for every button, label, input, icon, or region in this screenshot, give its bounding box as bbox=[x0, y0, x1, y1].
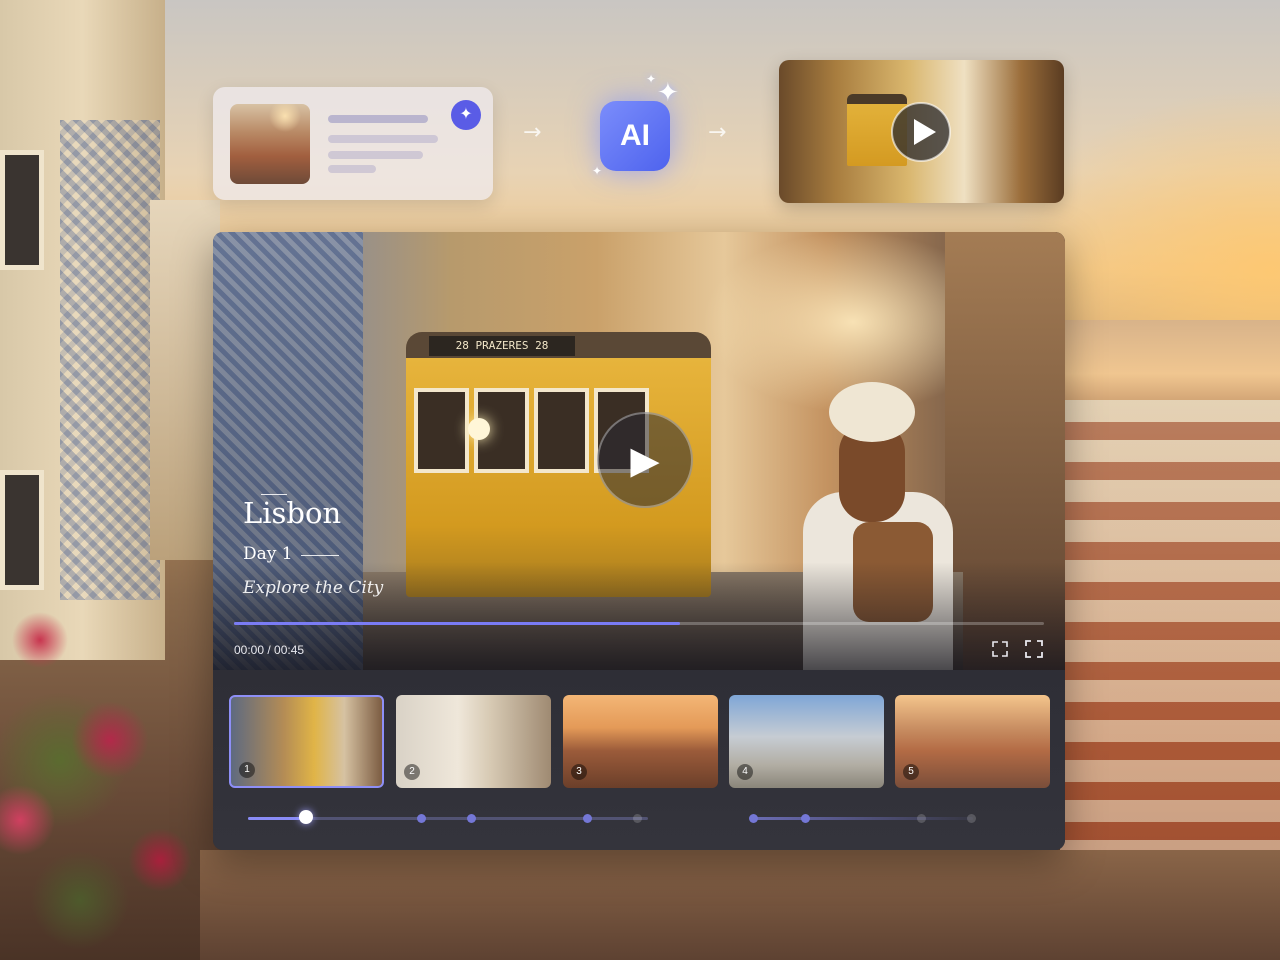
caption-rule bbox=[301, 555, 339, 556]
timeline-marker[interactable] bbox=[917, 814, 926, 823]
text-line-placeholder bbox=[328, 165, 376, 173]
clip-number: 3 bbox=[571, 764, 587, 780]
timeline-slider[interactable] bbox=[753, 817, 973, 820]
clip-number: 5 bbox=[903, 764, 919, 780]
clip-strip: 1 2 3 4 5 bbox=[213, 670, 1065, 850]
clip-thumbnail[interactable]: 1 bbox=[229, 695, 384, 788]
text-line-placeholder bbox=[328, 135, 438, 143]
timeline-marker[interactable] bbox=[633, 814, 642, 823]
crop-icon[interactable] bbox=[989, 638, 1011, 660]
timeline-marker[interactable] bbox=[417, 814, 426, 823]
clip-thumbnail[interactable]: 5 bbox=[895, 695, 1050, 788]
timeline-marker[interactable] bbox=[801, 814, 810, 823]
clip-thumbnail[interactable]: 4 bbox=[729, 695, 884, 788]
clip-thumbnail[interactable]: 3 bbox=[563, 695, 718, 788]
output-video-card[interactable] bbox=[779, 60, 1064, 203]
arrow-right-icon: → bbox=[708, 120, 727, 145]
timeline-marker[interactable] bbox=[467, 814, 476, 823]
sparkle-icon: ✦ bbox=[657, 78, 679, 108]
caption-subtitle: Explore the City bbox=[243, 578, 384, 598]
fullscreen-icon[interactable] bbox=[1023, 638, 1045, 660]
clip-number: 4 bbox=[737, 764, 753, 780]
sparkle-icon[interactable]: ✦ bbox=[451, 100, 481, 130]
timeline-marker[interactable] bbox=[749, 814, 758, 823]
clip-thumbnail[interactable]: 2 bbox=[396, 695, 551, 788]
caption-rule bbox=[261, 494, 287, 495]
time-display: 00:00 / 00:45 bbox=[234, 643, 305, 657]
video-player: 28 PRAZERES 28 ▶ Lisbon Day 1 Explore th… bbox=[213, 232, 1065, 850]
timeline-marker[interactable] bbox=[583, 814, 592, 823]
text-line-placeholder bbox=[328, 115, 428, 123]
tram-headlight bbox=[468, 418, 490, 440]
sparkle-icon: ✦ bbox=[592, 164, 603, 178]
tram-sign: 28 PRAZERES 28 bbox=[429, 336, 575, 356]
input-card[interactable]: ✦ bbox=[213, 87, 493, 200]
clip-number: 1 bbox=[239, 762, 255, 778]
background-building bbox=[150, 200, 220, 560]
sparkle-icon: ✦ bbox=[646, 72, 657, 86]
timeline-knob[interactable] bbox=[299, 810, 313, 824]
progress-fill bbox=[234, 622, 680, 625]
caption-title: Lisbon bbox=[243, 496, 342, 530]
clip-number: 2 bbox=[404, 764, 420, 780]
arrow-right-icon: → bbox=[523, 120, 542, 145]
background-city-bottom bbox=[200, 850, 1280, 960]
video-preview[interactable]: 28 PRAZERES 28 ▶ Lisbon Day 1 Explore th… bbox=[213, 232, 1065, 670]
ai-label: AI bbox=[620, 119, 650, 152]
caption-day: Day 1 bbox=[243, 544, 293, 564]
play-icon[interactable] bbox=[890, 101, 952, 163]
play-icon[interactable]: ▶ bbox=[597, 412, 693, 508]
ai-badge[interactable]: AI bbox=[600, 101, 670, 171]
progress-bar[interactable] bbox=[234, 622, 1044, 625]
input-image-thumbnail bbox=[230, 104, 310, 184]
background-river bbox=[1060, 320, 1280, 410]
timeline-marker[interactable] bbox=[967, 814, 976, 823]
text-line-placeholder bbox=[328, 151, 423, 159]
